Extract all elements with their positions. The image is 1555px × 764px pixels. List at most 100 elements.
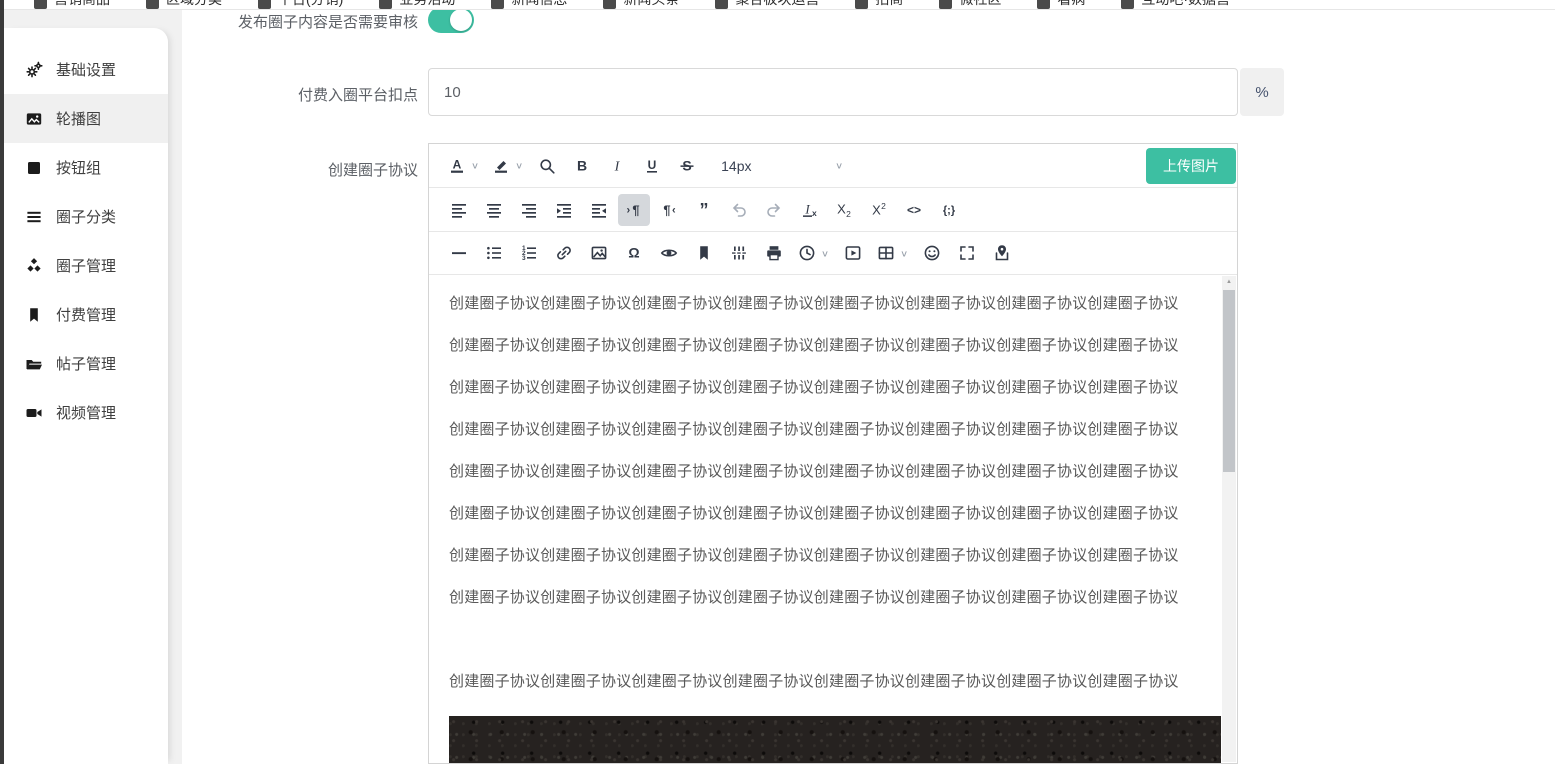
topnav-item[interactable]: 招商	[855, 0, 903, 9]
strikethrough-button[interactable]: S	[671, 150, 703, 182]
special-char-button[interactable]: Ω	[618, 237, 650, 269]
align-center-button[interactable]	[478, 194, 510, 226]
editor-scrollbar[interactable]: ▲	[1222, 276, 1236, 762]
align-right-icon	[520, 201, 538, 219]
sidebar-item-label: 轮播图	[56, 111, 102, 128]
outdent-button[interactable]	[548, 194, 580, 226]
topnav-item[interactable]: 聚合板块运营	[715, 0, 819, 9]
dark-asphalt-texture-image[interactable]	[449, 716, 1221, 763]
topnav-item[interactable]: 平台(分销)	[258, 0, 343, 9]
sidebar-item-video[interactable]: 视频管理	[4, 388, 168, 437]
sidebar-item-bookmark[interactable]: 付费管理	[4, 290, 168, 339]
topnav-item[interactable]: 营销商品	[34, 0, 110, 9]
underline-button[interactable]: U	[636, 150, 668, 182]
sidebar-item-cubes[interactable]: 圈子管理	[4, 241, 168, 290]
topnav-item-icon	[491, 0, 505, 9]
chevron-down-icon: ∨	[471, 161, 480, 171]
sidebar-item-cogs[interactable]: 基础设置	[4, 45, 168, 94]
font-color-button[interactable]: A ∨	[443, 150, 484, 182]
fee-percentage-input[interactable]	[428, 68, 1238, 116]
align-left-button[interactable]	[443, 194, 475, 226]
superscript-button[interactable]: X2	[863, 194, 895, 226]
cogs-icon	[25, 61, 43, 79]
horizontal-rule-button[interactable]	[443, 237, 475, 269]
sidebar-item-label: 视频管理	[56, 405, 117, 422]
inline-code-button[interactable]: <>	[898, 194, 930, 226]
insert-video-button[interactable]	[837, 237, 869, 269]
clear-format-button[interactable]: Ix	[793, 194, 825, 226]
sidebar-item-image[interactable]: 轮播图	[4, 94, 168, 143]
highlight-button[interactable]: ∨	[487, 150, 528, 182]
topnav-item[interactable]: 新闻信息	[491, 0, 567, 9]
topnav-item-icon	[258, 0, 271, 9]
direction-rtl-button[interactable]: ¶ ‹	[653, 194, 685, 226]
upload-image-button[interactable]: 上传图片	[1146, 148, 1236, 184]
print-button[interactable]	[758, 237, 790, 269]
folder-icon	[25, 355, 43, 373]
datetime-button[interactable]: ∨	[793, 237, 834, 269]
editor-toolbar-row2: ¶ › ¶ ‹” Ix X 2 X 2 <> {;}	[429, 188, 1237, 232]
insert-image-button[interactable]	[583, 237, 615, 269]
align-right-button[interactable]	[513, 194, 545, 226]
font-size-select[interactable]: 14px ∨	[716, 150, 848, 182]
svg-text:¶: ¶	[663, 202, 670, 217]
ordered-list-button[interactable]: 123	[513, 237, 545, 269]
search-button[interactable]	[531, 150, 563, 182]
editor-content-area[interactable]: 创建圈子协议创建圈子协议创建圈子协议创建圈子协议创建圈子协议创建圈子协议创建圈子…	[429, 275, 1237, 763]
topnav-item-icon	[1037, 0, 1051, 9]
topnav-item-label: 平台(分销)	[278, 0, 343, 9]
unordered-list-button[interactable]	[478, 237, 510, 269]
editor-paragraph: 创建圈子协议创建圈子协议创建圈子协议创建圈子协议创建圈子协议创建圈子协议创建圈子…	[449, 421, 1179, 438]
fullscreen-button[interactable]	[951, 237, 983, 269]
preview-button[interactable]	[653, 237, 685, 269]
topnav-item-label: 业务活动	[399, 0, 455, 9]
undo-button[interactable]	[723, 194, 755, 226]
topnav-item-icon	[379, 0, 393, 9]
review-required-toggle[interactable]	[428, 7, 474, 33]
topnav-item[interactable]: 微社区	[939, 0, 1001, 9]
topnav-item[interactable]: 区域分类	[146, 0, 222, 9]
scrollbar-thumb[interactable]	[1223, 290, 1235, 472]
eye-icon	[660, 244, 678, 262]
blockquote-button[interactable]: ”	[688, 194, 720, 226]
sidebar-item-bars[interactable]: 圈子分类	[4, 192, 168, 241]
topnav-item-icon	[1121, 0, 1135, 9]
cubes-icon	[25, 257, 43, 275]
svg-text:X: X	[872, 202, 881, 217]
bold-button[interactable]: B	[566, 150, 598, 182]
topnav-item-label: 看病	[1057, 0, 1085, 9]
code-block-button[interactable]: {;}	[933, 194, 965, 226]
topnav-item[interactable]: 新闻头条	[603, 0, 679, 9]
redo-button[interactable]	[758, 194, 790, 226]
omega-icon: Ω	[625, 244, 643, 262]
outdent-icon	[555, 201, 573, 219]
editor-paragraph	[449, 632, 1203, 647]
emoji-button[interactable]	[916, 237, 948, 269]
indent-button[interactable]	[583, 194, 615, 226]
topnav-item[interactable]: 互动吧·数据营	[1121, 0, 1230, 9]
svg-text:I: I	[804, 201, 810, 216]
topnav-item[interactable]: 业务活动	[379, 0, 455, 9]
sidebar-item-square[interactable]: 按钮组	[4, 143, 168, 192]
italic-button[interactable]: I	[601, 150, 633, 182]
map-button[interactable]	[986, 237, 1018, 269]
page-break-button[interactable]	[723, 237, 755, 269]
direction-ltr-button[interactable]: ¶ ›	[618, 193, 650, 226]
topnav-item[interactable]: 看病	[1037, 0, 1085, 9]
fullscreen-icon	[958, 244, 976, 262]
editor-toolbar-row1: 上传图片 A∨∨ BIUS 14px∨	[429, 144, 1237, 188]
undo-icon	[730, 201, 748, 219]
topnav-item-icon	[855, 0, 869, 9]
scrollbar-up-arrow-icon[interactable]: ▲	[1222, 279, 1236, 285]
chevron-down-icon: ∨	[900, 248, 909, 259]
subscript-button[interactable]: X2	[828, 194, 860, 226]
editor-paragraph: 创建圈子协议创建圈子协议创建圈子协议创建圈子协议创建圈子协议创建圈子协议创建圈子…	[449, 673, 1179, 690]
svg-text:2: 2	[881, 201, 886, 211]
svg-text:x: x	[812, 208, 817, 218]
print-icon	[765, 244, 783, 262]
sidebar-item-folder[interactable]: 帖子管理	[4, 339, 168, 388]
svg-text:›: ›	[627, 204, 631, 216]
anchor-button[interactable]	[688, 237, 720, 269]
link-button[interactable]	[548, 237, 580, 269]
table-button[interactable]: ∨	[872, 237, 913, 269]
